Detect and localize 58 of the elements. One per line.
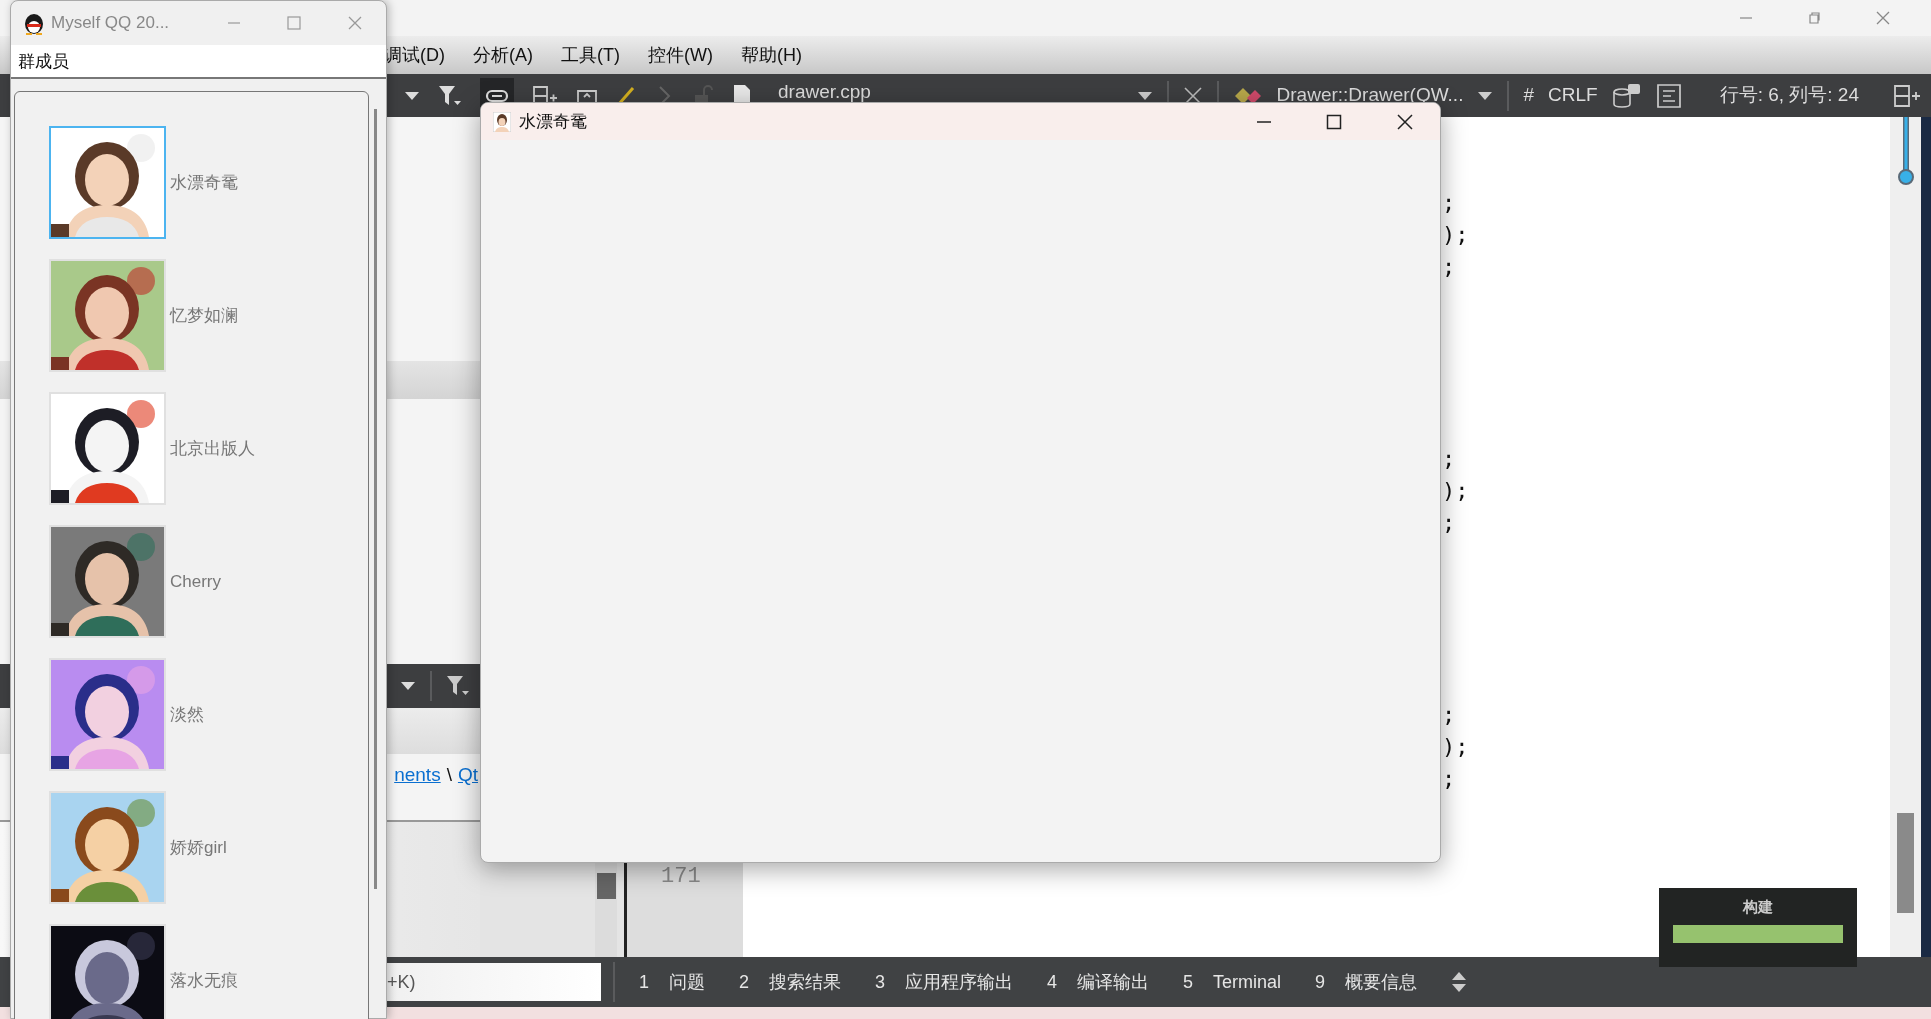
symbol-dropdown[interactable]: Drawer::Drawer(QW... xyxy=(1276,83,1464,106)
split-add-icon[interactable] xyxy=(1893,83,1921,108)
menu-item[interactable]: 分析(A) xyxy=(473,43,533,67)
output-tab[interactable]: 2 搜索结果 xyxy=(739,970,842,994)
code-line: ; xyxy=(1442,509,1457,537)
member-name[interactable]: 落水无痕 xyxy=(170,969,238,992)
member-name[interactable]: 娇娇girl xyxy=(170,836,227,859)
menu-item[interactable]: 工具(T) xyxy=(561,43,620,67)
menu-item[interactable]: 控件(W) xyxy=(648,43,713,67)
scroll-thumb[interactable] xyxy=(1897,813,1914,913)
hash-label[interactable]: # xyxy=(1523,83,1534,106)
dropdown-caret-icon[interactable] xyxy=(404,90,420,101)
code-line: ; xyxy=(1442,253,1457,281)
line-number: 171 xyxy=(661,864,701,889)
avatar-icon xyxy=(493,111,511,132)
output-tab[interactable]: 9 概要信息 xyxy=(1315,970,1418,994)
code-line: ); xyxy=(1442,733,1470,761)
database-icon[interactable] xyxy=(1611,82,1642,109)
restore-icon[interactable] xyxy=(1807,11,1821,25)
window-title: 水漂奇鼋 xyxy=(519,111,588,133)
member-name[interactable]: 忆梦如澜 xyxy=(170,304,238,327)
output-tab[interactable]: 1 问题 xyxy=(639,970,705,994)
window-title: Myself QQ 20... xyxy=(51,13,171,33)
filter-icon[interactable] xyxy=(446,675,470,697)
outline-icon[interactable] xyxy=(1655,82,1682,109)
maximize-icon[interactable] xyxy=(1326,113,1342,130)
scrollbar[interactable] xyxy=(374,109,377,889)
member-name[interactable]: 淡然 xyxy=(170,703,204,726)
member-name[interactable]: 北京出版人 xyxy=(170,437,255,460)
build-label: 构建 xyxy=(1743,898,1773,917)
file-name[interactable]: drawer.cpp xyxy=(778,80,871,103)
vertical-scrollbar[interactable] xyxy=(1890,117,1921,957)
code-line: ; xyxy=(1442,445,1457,473)
output-tab[interactable]: 5 Terminal xyxy=(1183,971,1282,993)
line-ending-label[interactable]: CRLF xyxy=(1548,83,1598,106)
code-line: ; xyxy=(1442,189,1457,217)
member-name[interactable]: 水漂奇鼋 xyxy=(170,171,238,194)
dropdown-caret-icon[interactable] xyxy=(400,681,416,691)
member-name[interactable]: Cherry xyxy=(170,571,221,592)
output-tab[interactable]: 4 编译输出 xyxy=(1047,970,1150,994)
section-title: 群成员 xyxy=(18,50,69,73)
locator-field[interactable]: +K) xyxy=(387,963,601,1001)
filter-icon[interactable] xyxy=(438,84,462,107)
code-line: ; xyxy=(1442,765,1457,793)
code-line: ); xyxy=(1442,221,1470,249)
output-tab[interactable]: 3 应用程序输出 xyxy=(875,970,1014,994)
path-link[interactable]: nents xyxy=(394,764,441,786)
scroll-handle-icon[interactable] xyxy=(1896,117,1915,187)
close-icon[interactable] xyxy=(1396,112,1414,131)
path-separator: \ xyxy=(446,764,452,786)
cursor-position: 行号: 6, 列号: 24 xyxy=(1719,83,1859,106)
code-line: ); xyxy=(1442,477,1470,505)
code-line: ; xyxy=(1442,701,1457,729)
path-link[interactable]: Qt xyxy=(457,764,478,786)
app-icon xyxy=(23,11,45,35)
dropdown-caret-icon[interactable] xyxy=(1477,90,1494,101)
up-down-arrows-icon[interactable] xyxy=(1451,971,1468,993)
menu-item[interactable]: 帮助(H) xyxy=(740,43,802,67)
